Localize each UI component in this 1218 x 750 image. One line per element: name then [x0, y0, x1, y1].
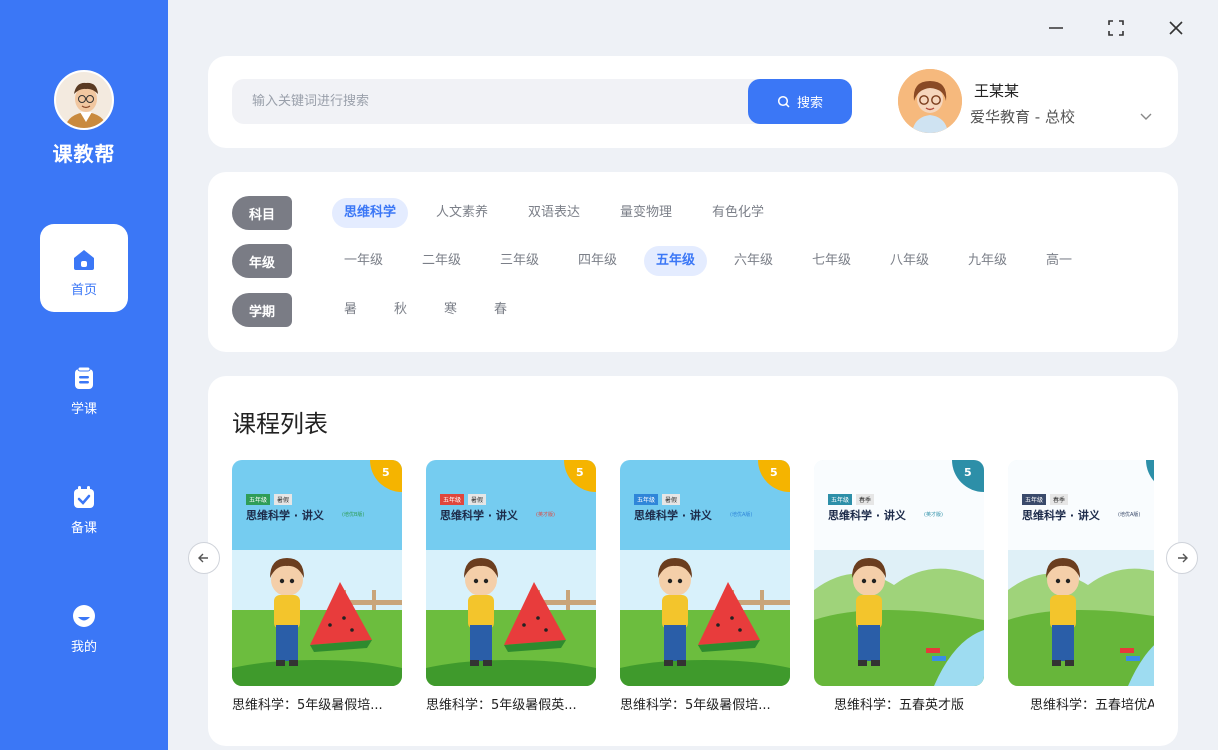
cover-grade-tag: 五年级 — [828, 494, 853, 505]
cover-season-tag: 暑假 — [662, 494, 681, 505]
filter-option-subject[interactable]: 双语表达 — [516, 198, 592, 228]
filter-option-grade[interactable]: 七年级 — [800, 246, 863, 276]
nav-item-mine[interactable]: 我的 — [40, 581, 128, 669]
cover-subtitle: (培优A版) — [730, 512, 753, 518]
minimize-icon[interactable] — [1042, 14, 1070, 42]
filter-option-subject[interactable]: 量变物理 — [608, 198, 684, 228]
course-title[interactable]: 思维科学：5年级暑假培... — [232, 694, 402, 713]
cover-season-tag: 暑假 — [468, 494, 487, 505]
cover-subtitle: (英才版) — [536, 512, 555, 518]
course-title[interactable]: 思维科学：5年级暑假培... — [620, 694, 790, 713]
cover-title: 思维科学 · 讲义 — [828, 509, 906, 522]
user-org: 爱华教育 - 总校 — [970, 108, 1075, 126]
search-button-label: 搜索 — [796, 96, 823, 111]
filter-card: 科目 思维科学 人文素养 双语表达 量变物理 有色化学 年级 一年级 二年级 三年级 四年级五… — [208, 172, 1178, 352]
cover-grade-tag: 五年级 — [440, 494, 465, 505]
course-cover-image[interactable]: 5 五年级 暑假思维科学 · 讲义 (英才版) — [426, 460, 596, 686]
filter-option-subject[interactable]: 有色化学 — [700, 198, 776, 228]
filter-option-grade[interactable]: 三年级 — [488, 246, 551, 276]
course-cover-image[interactable]: 5 五年级 暑假思维科学 · 讲义 (培优B版) — [232, 460, 402, 686]
cover-title: 思维科学 · 讲义 — [1022, 509, 1100, 522]
course-cover-image[interactable]: 5 五年级 暑假思维科学 · 讲义 (培优A版) — [620, 460, 790, 686]
nav-item-learn[interactable]: 学课 — [40, 343, 128, 431]
cover-title: 思维科学 · 讲义 — [440, 509, 518, 522]
filter-option-term[interactable]: 秋 — [382, 295, 419, 325]
filter-row-term: 学期 暑秋寒春 — [232, 293, 1152, 327]
avatar[interactable] — [898, 69, 962, 133]
user-name: 王某某 — [974, 82, 1020, 100]
search-icon — [777, 95, 790, 108]
nav-label-learn: 学课 — [70, 402, 97, 417]
filter-option-grade[interactable]: 二年级 — [410, 246, 473, 276]
filter-option-term[interactable]: 寒 — [432, 295, 469, 325]
cover-subtitle: (英才版) — [924, 512, 943, 518]
nav-label-prepare: 备课 — [70, 521, 97, 536]
filter-row-subject: 科目 思维科学 人文素养 双语表达 量变物理 有色化学 — [232, 196, 1152, 230]
filter-row-grade: 年级 一年级 二年级 三年级 四年级 五年级 六年级 七年级 八年级 九年级 高一 — [232, 244, 1152, 278]
search-card: 搜索 王某某 爱华教育 - 总校 — [208, 56, 1178, 148]
course-title[interactable]: 思维科学：五春英才版 — [814, 694, 984, 713]
course-title[interactable]: 思维科学：5年级暑假英... — [426, 694, 596, 713]
nav-label-mine: 我的 — [70, 640, 97, 655]
course-list-title: 课程列表 — [232, 410, 328, 438]
cover-badge: 5 — [576, 466, 584, 479]
cover-badge: 5 — [770, 466, 778, 479]
nav-label-home: 首页 — [70, 283, 97, 298]
cover-badge: 5 — [382, 466, 390, 479]
filter-label-term: 学期 — [232, 293, 292, 327]
course-cover-image[interactable]: 5 五年级 春季思维科学 · 讲义 (英才版) — [814, 460, 984, 686]
course-carousel: 5 五年级 暑假 思维科学 · 讲义 (培优B版) 思维科学：5年级暑假培... 5 五年级暑… — [232, 460, 1154, 730]
filter-option-subject[interactable]: 思维科学 — [332, 198, 409, 228]
brand-avatar — [54, 70, 114, 130]
nav-item-home[interactable]: 首页 — [40, 224, 128, 312]
brand-name: 课教帮 — [52, 142, 116, 166]
cover-season-tag: 春季 — [856, 494, 875, 505]
smiley-icon — [73, 605, 95, 627]
search-input[interactable] — [252, 79, 732, 124]
close-icon[interactable] — [1162, 14, 1190, 42]
home-icon — [74, 250, 94, 270]
cover-badge: 5 — [964, 466, 972, 479]
filter-option-subject[interactable]: 人文素养 — [424, 198, 500, 228]
cover-grade-tag: 五年级 — [246, 494, 271, 505]
filter-option-grade[interactable]: 九年级 — [956, 246, 1019, 276]
carousel-prev-button[interactable] — [188, 542, 220, 574]
cover-grade-tag: 五年级 — [634, 494, 659, 505]
filter-option-grade[interactable]: 六年级 — [722, 246, 785, 276]
cover-title: 思维科学 · 讲义 — [246, 509, 324, 522]
cover-season-tag: 暑假 — [274, 494, 293, 505]
sidebar: 课教帮 首页 学课 备课 我的 — [0, 0, 168, 750]
book-icon — [75, 366, 93, 389]
maximize-icon[interactable] — [1102, 14, 1130, 42]
filter-label-subject: 科目 — [232, 196, 292, 230]
filter-option-grade[interactable]: 五年级 — [644, 246, 708, 276]
course-list-card: 课程列表 5 五年级 暑假 思维科学 · 讲义 (培优B版) 思维科学：5年级暑假培...… — [208, 376, 1178, 746]
carousel-next-button[interactable] — [1166, 542, 1198, 574]
arrow-right-icon — [1178, 553, 1188, 563]
cover-grade-tag: 五年级 — [1022, 494, 1047, 505]
filter-option-grade[interactable]: 四年级 — [566, 246, 629, 276]
course-cover-image[interactable]: 5五年级春季思维科学 · 讲义(培优A版) — [1008, 460, 1154, 686]
filter-option-term[interactable]: 暑 — [332, 295, 369, 325]
nav-item-prepare[interactable]: 备课 — [40, 462, 128, 550]
course-title[interactable]: 思维科学：五春培优A — [1008, 694, 1154, 713]
filter-label-grade: 年级 — [232, 244, 292, 278]
cover-season-tag: 春季 — [1050, 494, 1069, 505]
filter-option-grade[interactable]: 八年级 — [878, 246, 941, 276]
chevron-down-icon[interactable] — [1138, 108, 1154, 124]
cover-title: 思维科学 · 讲义 — [634, 509, 712, 522]
filter-option-grade[interactable]: 高一 — [1034, 246, 1084, 276]
filter-option-grade[interactable]: 一年级 — [332, 246, 395, 276]
cover-subtitle: (培优A版) — [1118, 512, 1141, 518]
filter-option-term[interactable]: 春 — [482, 295, 519, 325]
calendar-check-icon — [74, 486, 94, 508]
arrow-left-icon — [198, 553, 208, 563]
cover-subtitle: (培优B版) — [342, 512, 365, 518]
search-button[interactable]: 搜索 — [748, 79, 852, 124]
